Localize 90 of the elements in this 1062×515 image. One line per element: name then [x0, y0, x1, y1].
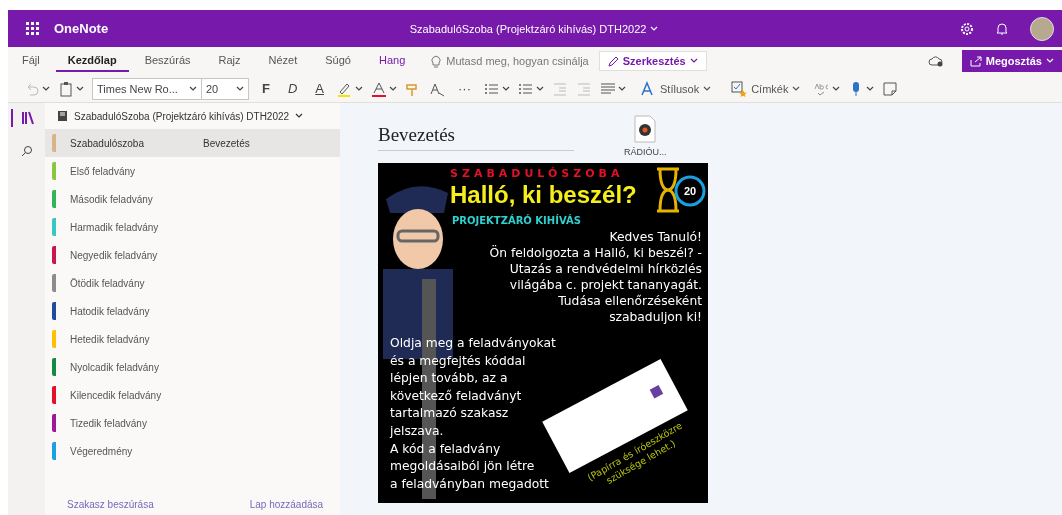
cloud-icon[interactable] [927, 55, 944, 67]
more-button[interactable]: ··· [453, 81, 476, 96]
chevron-icon [832, 85, 841, 92]
poster-headline: Halló, ki beszél? [450, 181, 637, 209]
section-tab[interactable]: Tizedik feladvány [45, 409, 191, 437]
poster-text-line: szabaduljon ki! [608, 309, 702, 325]
poster-text-line: világába c. projekt tananyagát. [508, 277, 702, 293]
poster-text-line: tartalmazó szakasz [390, 405, 510, 423]
section-tab[interactable]: Első feladvány [45, 157, 191, 185]
section-tab[interactable]: Szabadulószoba [45, 129, 191, 157]
poster-text-line: Utazás a rendvédelmi hírközlés [508, 261, 702, 277]
chevron-icon [650, 25, 659, 32]
section-tab[interactable]: Második feladvány [45, 185, 191, 213]
bold-button[interactable]: F [257, 81, 275, 96]
ribbon-tab[interactable]: Súgó [313, 50, 363, 72]
ribbon-tab[interactable]: Rajz [206, 50, 253, 72]
page-title[interactable]: Bevezetés [378, 115, 574, 151]
clipboard-icon[interactable] [58, 80, 74, 97]
tag-star-icon [731, 80, 748, 97]
section-tab[interactable]: Negyedik feladvány [45, 241, 191, 269]
section-tab[interactable]: Hetedik feladvány [45, 325, 191, 353]
poster-kicker: SZABADULÓSZOBA [450, 167, 624, 180]
styles-icon [640, 80, 656, 97]
poster-text-line: megoldásaiból jön létre [390, 458, 536, 476]
ribbon-tab[interactable]: Hang [366, 50, 418, 72]
chevron-icon [389, 85, 397, 92]
chevron-icon [703, 85, 712, 92]
poster-text-line: és a megfejtés kóddal [390, 352, 527, 370]
chevron-icon [236, 85, 244, 92]
chevron-icon [42, 85, 50, 92]
editing-mode-button[interactable]: Szerkesztés [598, 51, 707, 71]
font-size-dropdown[interactable]: 20 [201, 77, 249, 100]
poster-text-line: a feladványban megadott [390, 475, 550, 493]
poster-text-line: következő feladványt [390, 387, 523, 405]
search-icon[interactable] [20, 145, 33, 157]
styles-button[interactable]: Stílusok [634, 79, 718, 98]
sticky-note-icon[interactable] [882, 80, 899, 97]
italic-button[interactable]: D [282, 81, 303, 96]
lightbulb-icon[interactable] [431, 54, 442, 68]
add-section-link[interactable]: Szakasz beszúrása [67, 498, 154, 510]
chevron-icon [295, 113, 304, 119]
font-color-icon[interactable] [371, 80, 387, 97]
audio-file-icon[interactable] [634, 115, 657, 143]
chevron-icon [792, 85, 801, 92]
align-icon[interactable] [600, 80, 616, 97]
chevron-icon [1046, 58, 1054, 64]
poster-text-line: A kód a feladvány [390, 440, 502, 458]
bell-icon[interactable] [996, 21, 1008, 36]
section-tab[interactable]: Hatodik feladvány [45, 297, 191, 325]
page-tab[interactable]: Bevezetés [191, 137, 250, 149]
ribbon-tab[interactable]: Kezdőlap [55, 50, 129, 72]
poster-subtitle: PROJEKTZÁRÓ KIHÍVÁS [452, 215, 581, 226]
chevron-icon [76, 85, 84, 92]
section-tab[interactable]: Kilencedik feladvány [45, 381, 191, 409]
font-name-dropdown[interactable]: Times New Ro... [92, 77, 202, 100]
tags-button[interactable]: Címkék [725, 79, 807, 98]
poster-text-line: Ön feldolgozta a Halló, ki beszél? - [489, 245, 702, 261]
chevron-icon [355, 85, 363, 92]
ribbon-tab[interactable]: Beszúrás [132, 50, 203, 72]
app-name[interactable]: OneNote [54, 21, 109, 36]
tell-me-field[interactable]: Mutasd meg, hogyan csinálja [446, 55, 589, 67]
chevron-icon [189, 85, 197, 92]
underline-button[interactable]: A [310, 81, 329, 96]
chevron-icon [866, 85, 875, 92]
notebook-title[interactable]: SzabadulóSzoba (Projektzáró kihívás) DTH2022 [74, 110, 290, 122]
add-page-link[interactable]: Lap hozzáadása [249, 498, 324, 510]
poster-text-line: Kedves Tanuló! [608, 229, 702, 245]
chevron-icon [689, 58, 698, 64]
share-icon [969, 55, 982, 67]
hourglass-timer-drawing: 20 [654, 167, 706, 217]
section-tab[interactable]: Harmadik feladvány [45, 213, 191, 241]
section-tab[interactable]: Végeredmény [45, 437, 191, 465]
pencil-icon [607, 55, 619, 67]
settings-icon[interactable] [960, 21, 974, 36]
section-tab[interactable]: Nyolcadik feladvány [45, 353, 191, 381]
ribbon-tab[interactable]: Nézet [256, 50, 310, 72]
attachment-label[interactable]: RÁDIÓU... [624, 147, 667, 157]
ribbon-tab[interactable]: Fájl [10, 50, 52, 72]
chevron-icon [502, 85, 510, 92]
document-title[interactable]: SzabadulóSzoba (Projektzáró kihívás) DTH2022 [409, 22, 647, 35]
avatar[interactable] [1030, 16, 1054, 41]
notebook-icon [57, 110, 68, 122]
section-tab[interactable]: Ötödik feladvány [45, 269, 191, 297]
poster-text-line: Oldja meg a feladványokat [390, 335, 556, 352]
chevron-icon [536, 85, 544, 92]
poster-text-line: lépjen tovább, az a [390, 370, 509, 388]
chevron-icon [618, 85, 626, 92]
poster-text-line: Tudása ellenőrzéseként [557, 293, 702, 309]
poster-text-line: jelszava. [390, 422, 445, 440]
share-button[interactable]: Megosztás [961, 50, 1062, 72]
